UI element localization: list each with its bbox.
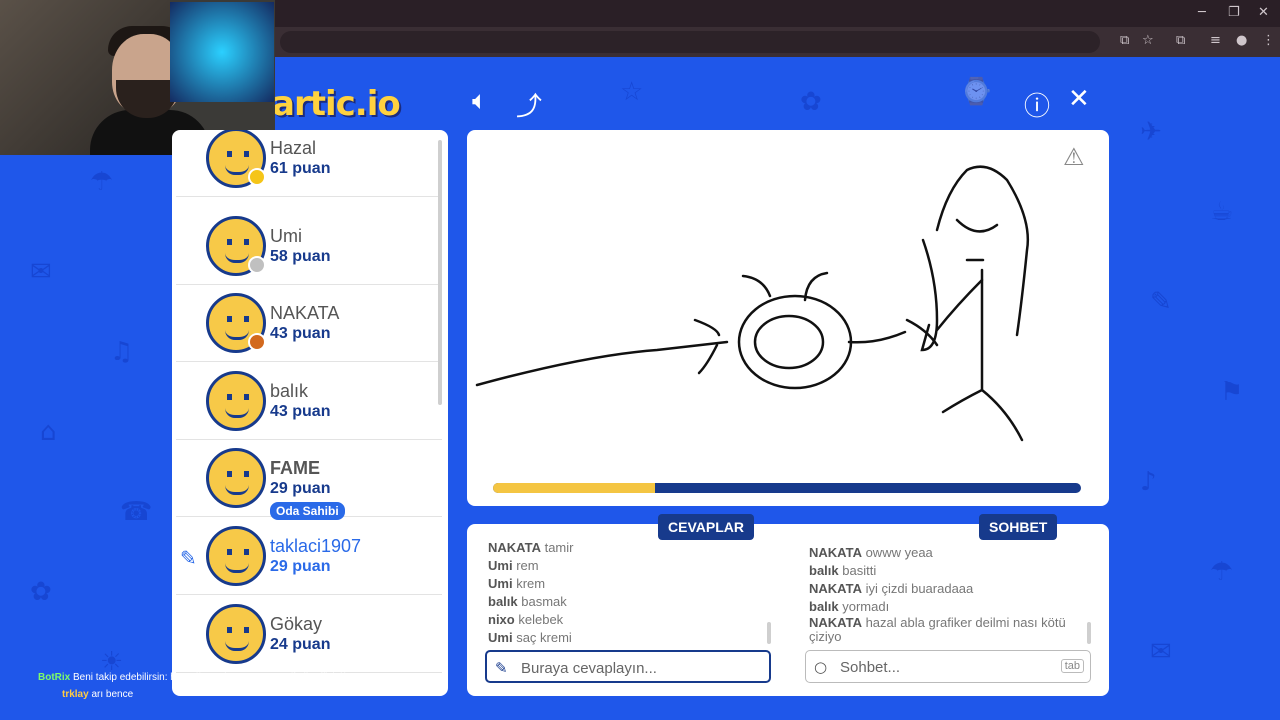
list-item: Umi saç kremi — [488, 630, 572, 645]
player-row[interactable]: Hazal 61 puan — [176, 130, 442, 197]
player-name: NAKATA — [270, 303, 340, 323]
rank-dot — [248, 256, 266, 274]
info-icon[interactable]: ⓘ — [1024, 86, 1050, 123]
player-list[interactable]: Hazal 61 puan Umi 58 puan NAKATA 43 puan… — [172, 130, 448, 696]
player-points: 43 puan — [270, 325, 331, 342]
rank-dot — [248, 168, 266, 186]
player-points: 24 puan — [270, 636, 331, 653]
bookmark-star-icon[interactable]: ☆ — [1142, 33, 1154, 48]
stream-chat-line: BotRix Beni takip edebilirsin: https://w… — [38, 672, 346, 683]
restore-icon[interactable]: ❐ — [1228, 5, 1240, 20]
list-item: balık yormadı — [809, 599, 890, 614]
pencil-icon: ✎ — [495, 659, 508, 677]
avatar — [206, 448, 266, 508]
drawing — [475, 165, 1029, 442]
list-item: nixo kelebek — [488, 612, 564, 627]
menu-icon[interactable]: ⋮ — [1262, 33, 1275, 48]
minimize-icon[interactable]: ─ — [1198, 5, 1206, 20]
player-row[interactable]: Gökay 24 puan — [176, 596, 442, 673]
sound-icon[interactable]: 🔈︎ — [472, 86, 488, 117]
chat-scrollbar[interactable] — [1087, 622, 1091, 644]
drawing-canvas[interactable] — [467, 130, 1109, 506]
answer-placeholder: Buraya cevaplayın... — [521, 660, 657, 677]
close-window-icon[interactable]: ✕ — [1258, 5, 1269, 20]
tab-answers[interactable]: CEVAPLAR — [658, 514, 754, 540]
extensions-icon[interactable]: ⧉ — [1176, 33, 1185, 48]
list-item: NAKATA iyi çizdi buaradaaa — [809, 581, 974, 596]
player-points: 29 puan — [270, 558, 331, 575]
profile-avatar-icon[interactable]: ● — [1236, 33, 1247, 48]
list-item: balık basmak — [488, 594, 567, 609]
avatar — [206, 371, 266, 431]
player-points: 58 puan — [270, 248, 331, 265]
answer-input[interactable]: ✎ Buraya cevaplayın... — [485, 650, 771, 683]
pencil-icon: ✎ — [180, 546, 197, 570]
player-name: FAME — [270, 458, 321, 478]
search-icon: ○ — [814, 658, 828, 676]
poster — [170, 2, 274, 102]
player-name: taklaci1907 — [270, 536, 362, 556]
player-name: balık — [270, 381, 309, 401]
player-list-scrollbar[interactable] — [438, 140, 442, 405]
tab-chat[interactable]: SOHBET — [979, 514, 1058, 540]
report-icon[interactable]: ⚠ — [1063, 143, 1085, 171]
player-row[interactable]: NAKATA 43 puan — [176, 285, 442, 362]
answers-scrollbar[interactable] — [767, 622, 771, 644]
chat-list: NAKATA owww yeaa balık basitti NAKATA iy… — [809, 544, 1081, 644]
player-name: Umi — [270, 226, 302, 246]
chat-input[interactable]: ○ Sohbet... tab — [805, 650, 1091, 683]
player-row[interactable]: Umi 58 puan — [176, 208, 442, 285]
list-item: balık basitti — [809, 563, 877, 578]
player-row[interactable]: balık 43 puan — [176, 363, 442, 440]
round-timer-fill — [493, 483, 655, 493]
stream-chat-line: trklay arı bence — [62, 689, 134, 700]
rank-dot — [248, 333, 266, 351]
player-points: 29 puan — [270, 480, 331, 497]
game-logo: artic.io — [272, 84, 401, 124]
list-item: NAKATA tamir — [488, 540, 574, 555]
close-icon[interactable]: ✕ — [1068, 84, 1090, 114]
list-item: NAKATA owww yeaa — [809, 545, 933, 560]
player-name: Gökay — [270, 614, 323, 634]
chat-placeholder: Sohbet... — [840, 659, 901, 676]
list-item: NAKATA hazal abla grafiker deilmi nası k… — [809, 615, 1066, 644]
list-item: Umi krem — [488, 576, 546, 591]
answers-list: NAKATA tamir Umi rem Umi krem balık basm… — [488, 539, 573, 647]
install-app-icon[interactable]: ⧉ — [1120, 33, 1129, 48]
tab-key-hint: tab — [1060, 659, 1084, 673]
player-points: 61 puan — [270, 160, 331, 177]
reading-list-icon[interactable]: ≡ — [1210, 33, 1221, 48]
player-row[interactable]: FAME 29 puan Oda Sahibi — [176, 440, 442, 520]
player-name: Hazal — [270, 138, 317, 158]
avatar — [206, 526, 266, 586]
round-timer-bar — [493, 483, 1081, 493]
list-item: Umi rem — [488, 558, 539, 573]
share-icon[interactable]: ⤴ — [516, 86, 542, 123]
avatar — [206, 604, 266, 664]
url-field[interactable] — [280, 31, 1100, 53]
player-points: 43 puan — [270, 403, 331, 420]
player-row[interactable]: ✎ taklaci1907 29 puan — [176, 518, 442, 595]
